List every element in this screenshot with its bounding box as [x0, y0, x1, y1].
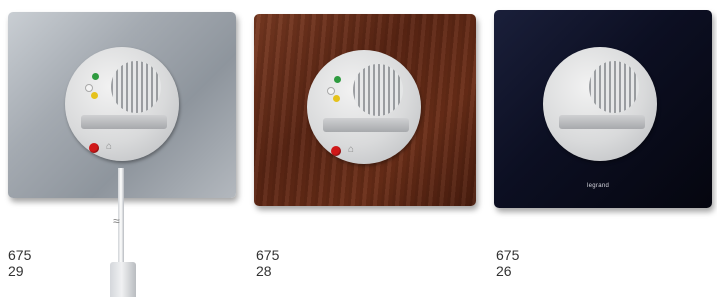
brand-logo: legrand — [587, 183, 610, 189]
yellow-led-icon — [333, 95, 340, 102]
speaker-grille — [111, 61, 161, 113]
smoke-detector: ⌂ — [307, 50, 421, 164]
detector-ledge — [81, 115, 167, 129]
product-code: 675 29 — [8, 247, 32, 279]
smoke-detector — [543, 47, 657, 161]
test-button — [331, 146, 341, 156]
speaker-grille — [589, 61, 639, 113]
status-ring-icon — [327, 87, 335, 95]
green-led-icon — [334, 76, 341, 83]
product-code: 675 28 — [256, 247, 280, 279]
cable-break-icon: ≈ — [113, 214, 120, 228]
plug — [110, 262, 136, 297]
yellow-led-icon — [91, 92, 98, 99]
detector-ledge — [559, 115, 645, 129]
green-led-icon — [92, 73, 99, 80]
bell-icon: ⌂ — [106, 141, 113, 152]
bell-icon: ⌂ — [348, 144, 355, 155]
product-code: 675 26 — [496, 247, 520, 279]
test-button — [89, 143, 99, 153]
status-ring-icon — [85, 84, 93, 92]
smoke-detector: ⌂ — [65, 47, 179, 161]
speaker-grille — [353, 64, 403, 116]
detector-ledge — [323, 118, 409, 132]
